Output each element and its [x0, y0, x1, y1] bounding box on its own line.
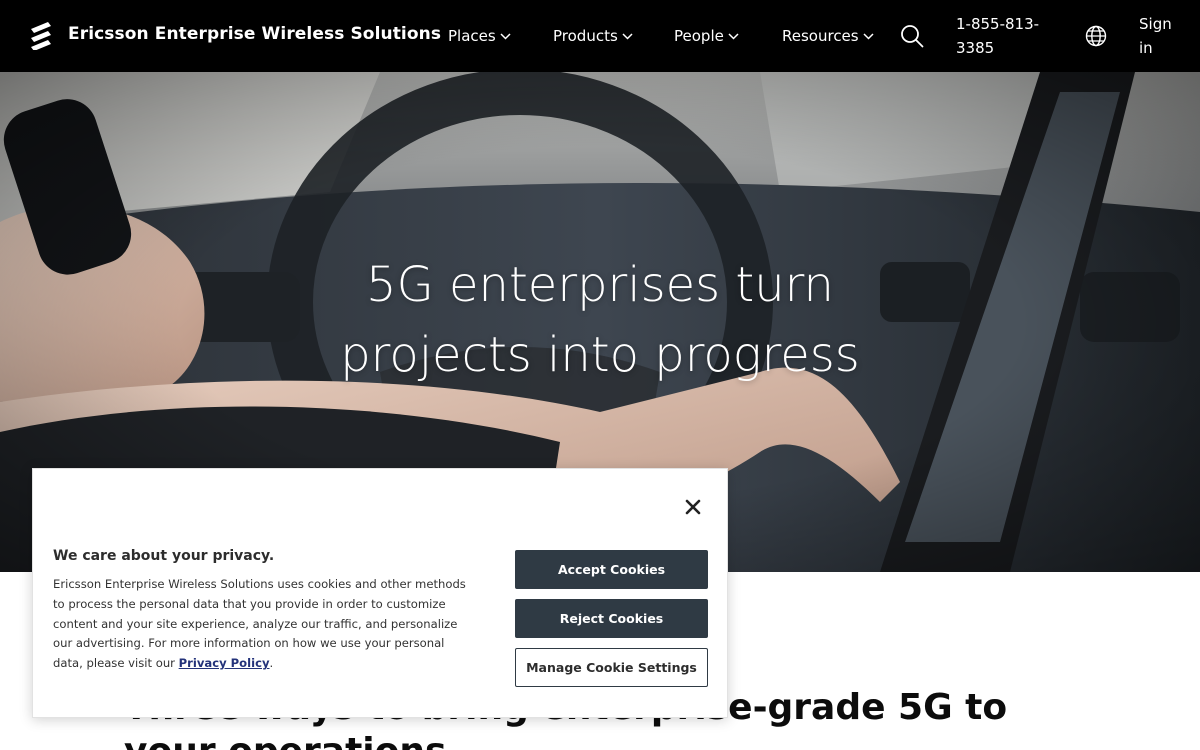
- reject-cookies-button[interactable]: Reject Cookies: [515, 599, 708, 638]
- globe-icon[interactable]: [1085, 25, 1107, 47]
- chevron-down-icon: [500, 32, 511, 40]
- hero-title: 5G enterprises turn projects into progre…: [0, 250, 1200, 390]
- hero-title-line-1: 5G enterprises turn: [366, 257, 834, 313]
- chevron-down-icon: [863, 32, 874, 40]
- accept-cookies-button[interactable]: Accept Cookies: [515, 550, 708, 589]
- privacy-policy-link[interactable]: Privacy Policy: [179, 656, 270, 670]
- nav-item-resources[interactable]: Resources: [782, 26, 874, 46]
- cookie-body-end: .: [269, 656, 274, 671]
- top-navigation-bar: Ericsson Enterprise Wireless Solutions P…: [0, 0, 1200, 72]
- nav-item-people[interactable]: People: [674, 26, 739, 46]
- chevron-down-icon: [622, 32, 633, 40]
- nav-item-label: Resources: [782, 27, 859, 45]
- nav-item-label: Products: [553, 27, 618, 45]
- nav-item-label: Places: [448, 27, 496, 45]
- cookie-description: Ericsson Enterprise Wireless Solutions u…: [53, 575, 473, 674]
- ericsson-logo-icon[interactable]: [30, 22, 52, 50]
- cookie-consent-banner: We care about your privacy. Ericsson Ent…: [32, 468, 728, 718]
- nav-item-products[interactable]: Products: [553, 26, 633, 46]
- manage-cookie-settings-button[interactable]: Manage Cookie Settings: [515, 648, 708, 687]
- chevron-down-icon: [728, 32, 739, 40]
- hero-title-line-2: projects into progress: [340, 327, 860, 383]
- page: Ericsson Enterprise Wireless Solutions P…: [0, 0, 1200, 750]
- brand-name[interactable]: Ericsson Enterprise Wireless Solutions: [68, 24, 441, 44]
- phone-number-link[interactable]: 1-855-813-3385: [956, 12, 1066, 60]
- sign-in-link[interactable]: Sign in: [1139, 12, 1189, 60]
- nav-item-places[interactable]: Places: [448, 26, 511, 46]
- search-icon[interactable]: [900, 24, 924, 48]
- nav-item-label: People: [674, 27, 724, 45]
- cookie-heading: We care about your privacy.: [53, 548, 275, 564]
- close-icon[interactable]: [683, 497, 703, 517]
